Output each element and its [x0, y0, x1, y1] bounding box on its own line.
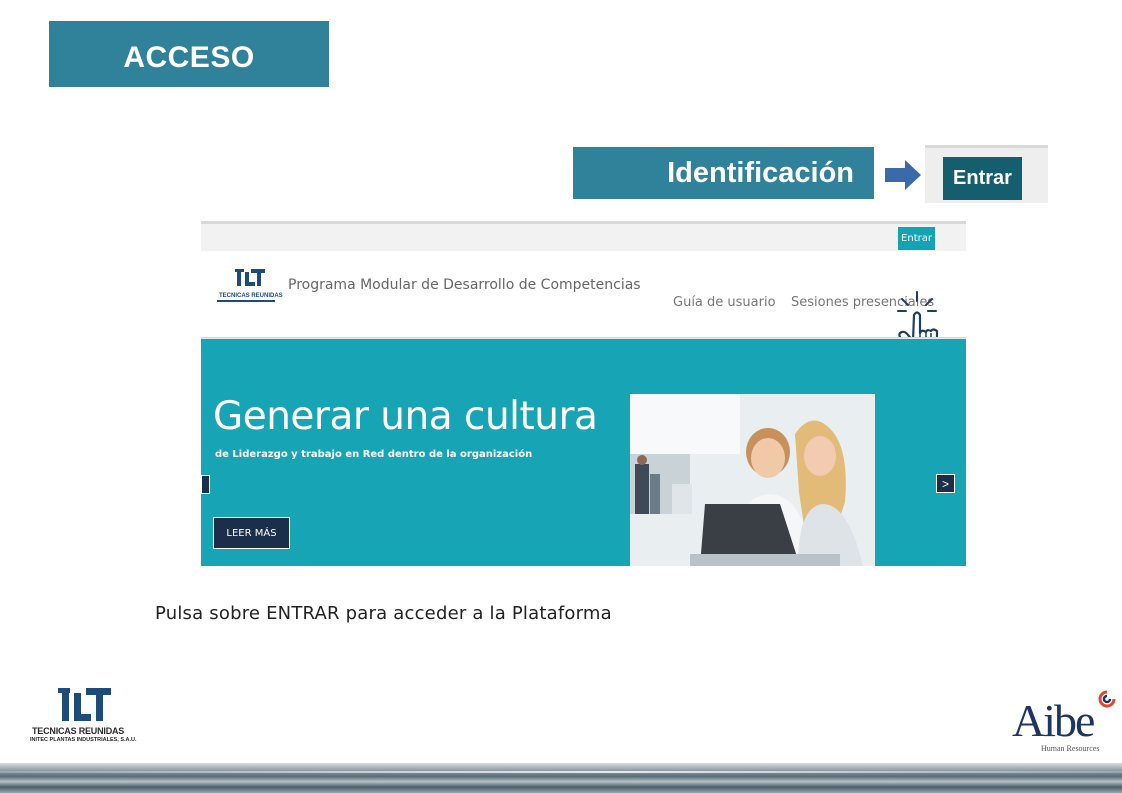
platform-screenshot: Entrar TECNICAS REUNIDAS Programa Modula… — [201, 221, 966, 566]
footer-decorative-bar — [0, 763, 1122, 793]
leer-mas-label: LEER MÁS — [226, 527, 277, 539]
banner-subtitle: de Liderazgo y trabajo en Red dentro de … — [215, 449, 533, 460]
tecnicas-reunidas-logo: TECNICAS REUNIDAS — [217, 269, 283, 302]
aibe-logo: Aibe Human Resources — [1012, 690, 1122, 756]
next-glyph: > — [941, 476, 949, 491]
tr-logo-line1: TECNICAS REUNIDAS — [32, 726, 125, 736]
entrar-zoom-label: Entrar — [953, 167, 1012, 189]
entrar-button-label: Entrar — [901, 233, 932, 244]
identification-label: Identificación — [667, 156, 854, 189]
tr-logo-line2: INITEC PLANTAS INDUSTRIALES, S.A.U. — [30, 737, 137, 743]
hero-content: Generar una cultura de Liderazgo y traba… — [201, 339, 966, 566]
slide-title: ACCESO — [123, 41, 255, 74]
instruction-caption: Pulsa sobre ENTRAR para acceder a la Pla… — [155, 603, 612, 624]
slide-title-box: ACCESO — [49, 21, 329, 87]
aibe-swirl-icon — [1098, 690, 1116, 708]
entrar-button[interactable]: Entrar — [898, 227, 935, 250]
chevron-right-icon[interactable]: > — [936, 474, 955, 493]
site-title: Programa Modular de Desarrollo de Compet… — [288, 277, 641, 293]
banner-title: Generar una cultura — [213, 394, 598, 439]
chevron-left-icon[interactable] — [201, 475, 210, 494]
identification-box: Identificación — [573, 147, 874, 199]
entrar-zoom-button[interactable]: Entrar — [943, 157, 1022, 200]
logo-text: TECNICAS REUNIDAS — [219, 293, 283, 299]
students-photo — [630, 394, 875, 566]
entrar-zoom-image: Entrar — [925, 145, 1048, 203]
leer-mas-button[interactable]: LEER MÁS — [213, 517, 290, 549]
screenshot-topbar: Entrar — [201, 221, 966, 251]
tecnicas-reunidas-footer-logo: TECNICAS REUNIDAS INITEC PLANTAS INDUSTR… — [30, 685, 148, 749]
tr-logo-mark — [58, 688, 111, 721]
nav-guia-de-usuario[interactable]: Guía de usuario — [673, 295, 776, 310]
screenshot-header: TECNICAS REUNIDAS Programa Modular de De… — [201, 251, 966, 361]
aibe-tagline: Human Resources — [1041, 744, 1100, 753]
aibe-logo-word: Aibe — [1012, 695, 1095, 746]
right-arrow-icon — [885, 160, 921, 190]
